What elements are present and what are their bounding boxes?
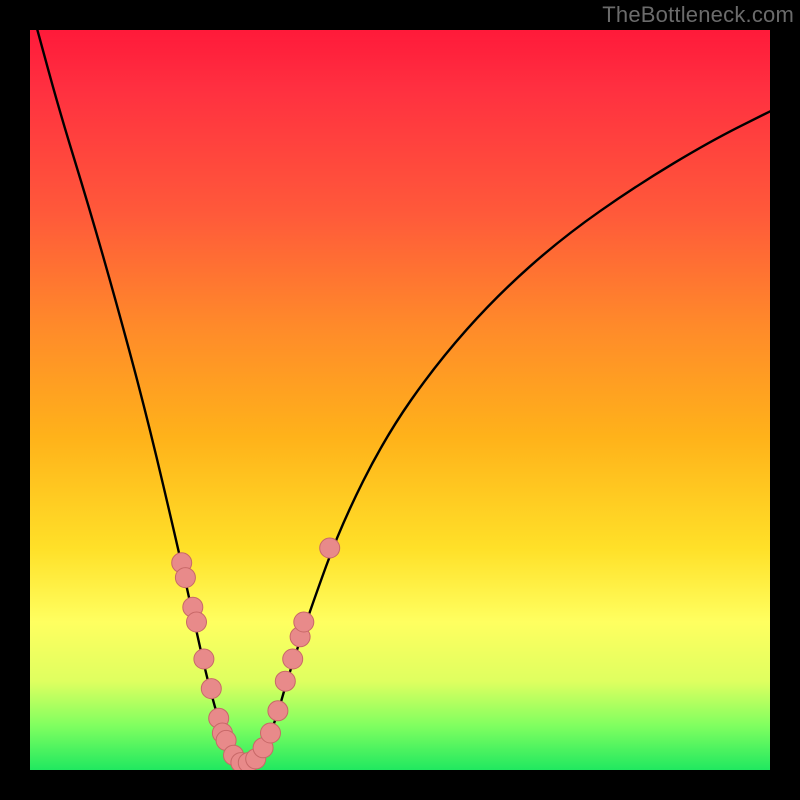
data-markers: [172, 538, 340, 770]
data-marker: [187, 612, 207, 632]
data-marker: [175, 568, 195, 588]
data-marker: [294, 612, 314, 632]
watermark-text: TheBottleneck.com: [602, 2, 794, 28]
data-marker: [283, 649, 303, 669]
data-marker: [261, 723, 281, 743]
chart-frame: TheBottleneck.com: [0, 0, 800, 800]
data-marker: [320, 538, 340, 558]
data-marker: [201, 679, 221, 699]
data-marker: [275, 671, 295, 691]
data-marker: [194, 649, 214, 669]
curve-overlay: [30, 30, 770, 770]
plot-area: [30, 30, 770, 770]
data-marker: [268, 701, 288, 721]
bottleneck-curve: [37, 30, 770, 763]
